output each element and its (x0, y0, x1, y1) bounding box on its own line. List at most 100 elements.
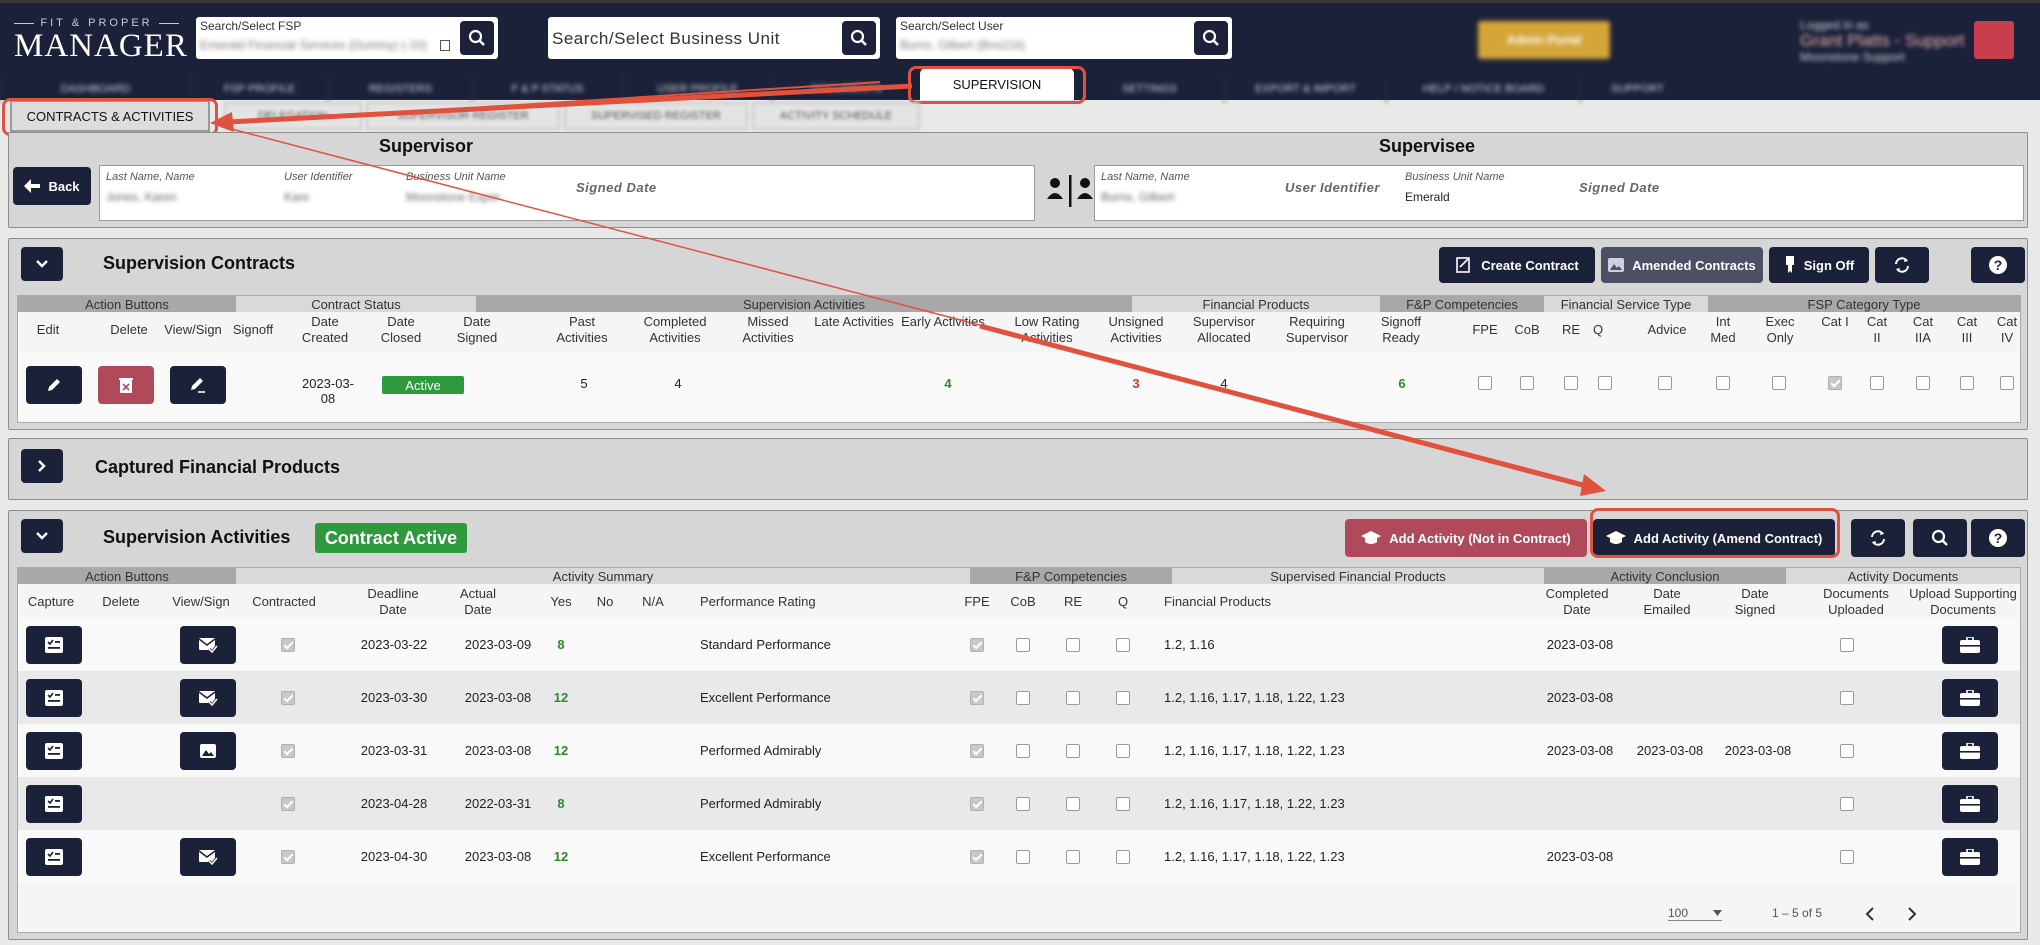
fpe-checkbox[interactable] (970, 850, 984, 864)
contracts-help-button[interactable]: ? (1971, 247, 2025, 283)
q-checkbox[interactable] (1116, 638, 1130, 652)
documents-uploaded-checkbox[interactable] (1840, 744, 1854, 758)
re-checkbox[interactable] (1066, 638, 1080, 652)
back-button[interactable]: Back (13, 167, 91, 205)
fpe-checkbox[interactable] (970, 797, 984, 811)
contract-fpe-checkbox[interactable] (1478, 376, 1492, 390)
subtab-supervisor-register[interactable]: SUPERVISOR REGISTER (366, 102, 560, 130)
documents-uploaded-checkbox[interactable] (1840, 691, 1854, 705)
upload-documents-button[interactable] (1942, 785, 1998, 823)
cob-checkbox[interactable] (1016, 744, 1030, 758)
nav-item-fp-status[interactable]: F & P STATUS (472, 75, 622, 103)
upload-documents-button[interactable] (1942, 679, 1998, 717)
mail-check-icon (198, 638, 218, 653)
contracts-refresh-button[interactable] (1875, 247, 1929, 283)
subtab-delegation[interactable]: DELEGATION (224, 102, 362, 130)
delete-contract-button[interactable] (98, 366, 154, 404)
nav-item-documents[interactable]: DOCUMENTS (772, 75, 920, 103)
contract-advice-checkbox[interactable] (1658, 376, 1672, 390)
business-unit-search[interactable]: Search/Select Business Unit (548, 17, 880, 59)
activities-help-button[interactable]: ? (1971, 519, 2025, 557)
subtab-activity-schedule[interactable]: ACTIVITY SCHEDULE (752, 102, 920, 130)
nav-item-export-import[interactable]: EXPORT & IMPORT (1224, 75, 1386, 103)
per-page-select[interactable]: 100 (1668, 906, 1722, 921)
upload-documents-button[interactable] (1942, 626, 1998, 664)
q-checkbox[interactable] (1116, 691, 1130, 705)
contract-re-checkbox[interactable] (1564, 376, 1578, 390)
contracted-checkbox[interactable] (281, 850, 295, 864)
nav-item-registers[interactable]: REGISTERS (328, 75, 472, 103)
nav-item-support[interactable]: SUPPORT (1580, 75, 1694, 103)
view-sign-activity-button[interactable] (180, 626, 236, 664)
activities-collapse-button[interactable] (21, 519, 63, 553)
activities-refresh-button[interactable] (1851, 519, 1905, 557)
contract-cob-checkbox[interactable] (1520, 376, 1534, 390)
contracted-checkbox[interactable] (281, 638, 295, 652)
contracts-collapse-button[interactable] (21, 247, 63, 281)
contract-cat-iv-checkbox[interactable] (2000, 376, 2014, 390)
view-sign-activity-button[interactable] (180, 732, 236, 770)
contracted-checkbox[interactable] (281, 691, 295, 705)
nav-item-settings[interactable]: SETTINGS (1074, 75, 1224, 103)
re-checkbox[interactable] (1066, 691, 1080, 705)
capture-activity-button[interactable] (26, 626, 82, 664)
sign-off-button[interactable]: Sign Off (1769, 247, 1869, 283)
upload-documents-button[interactable] (1942, 838, 1998, 876)
admin-portal-button[interactable]: Admin Portal (1478, 21, 1610, 59)
financial-products: 1.2, 1.16, 1.17, 1.18, 1.22, 1.23 (1164, 690, 1345, 705)
contracted-checkbox[interactable] (281, 744, 295, 758)
capture-activity-button[interactable] (26, 838, 82, 876)
cob-checkbox[interactable] (1016, 638, 1030, 652)
act-col-re: RE (1063, 594, 1083, 609)
edit-contract-button[interactable] (26, 366, 82, 404)
amended-contracts-button[interactable]: Amended Contracts (1601, 247, 1763, 283)
q-checkbox[interactable] (1116, 744, 1130, 758)
user-search[interactable]: Search/Select User Burns, Gilbert (Bns21… (896, 17, 1232, 59)
documents-uploaded-checkbox[interactable] (1840, 850, 1854, 864)
create-contract-button[interactable]: Create Contract (1439, 247, 1595, 283)
documents-uploaded-checkbox[interactable] (1840, 638, 1854, 652)
q-checkbox[interactable] (1116, 797, 1130, 811)
contract-int-med-checkbox[interactable] (1716, 376, 1730, 390)
upload-documents-button[interactable] (1942, 732, 1998, 770)
documents-uploaded-checkbox[interactable] (1840, 797, 1854, 811)
fpe-checkbox[interactable] (970, 691, 984, 705)
fpe-checkbox[interactable] (970, 744, 984, 758)
view-sign-contract-button[interactable] (170, 366, 226, 404)
view-sign-activity-button[interactable] (180, 838, 236, 876)
menu-button[interactable] (1974, 21, 2014, 59)
contract-cat-ii-checkbox[interactable] (1870, 376, 1884, 390)
contract-cat-i-checkbox[interactable] (1828, 376, 1842, 390)
nav-item-user-profile[interactable]: USER PROFILE (622, 75, 772, 103)
app-logo[interactable]: FIT & PROPER MANAGER (14, 17, 187, 63)
capture-activity-button[interactable] (26, 679, 82, 717)
view-sign-activity-button[interactable] (180, 679, 236, 717)
capture-activity-button[interactable] (26, 732, 82, 770)
re-checkbox[interactable] (1066, 850, 1080, 864)
captured-products-expand-button[interactable] (21, 449, 63, 483)
cob-checkbox[interactable] (1016, 691, 1030, 705)
subtab-supervised-register[interactable]: SUPERVISED REGISTER (564, 102, 748, 130)
business-unit-search-button[interactable] (842, 21, 876, 55)
capture-activity-button[interactable] (26, 785, 82, 823)
chevron-left-icon[interactable] (1864, 906, 1876, 922)
copy-icon[interactable] (440, 40, 450, 51)
add-activity-not-in-contract-button[interactable]: Add Activity (Not in Contract) (1345, 519, 1587, 557)
re-checkbox[interactable] (1066, 744, 1080, 758)
nav-item-help-notice[interactable]: HELP / NOTICE BOARD (1386, 75, 1580, 103)
contract-q-checkbox[interactable] (1598, 376, 1612, 390)
chevron-right-icon[interactable] (1906, 906, 1918, 922)
contract-cat-iii-checkbox[interactable] (1960, 376, 1974, 390)
cob-checkbox[interactable] (1016, 850, 1030, 864)
contract-exec-only-checkbox[interactable] (1772, 376, 1786, 390)
contract-cat-iia-checkbox[interactable] (1916, 376, 1930, 390)
user-search-button[interactable] (1194, 21, 1228, 55)
contracted-checkbox[interactable] (281, 797, 295, 811)
cob-checkbox[interactable] (1016, 797, 1030, 811)
fsp-search[interactable]: Search/Select FSP Emerald Financial Serv… (196, 17, 498, 59)
fsp-search-button[interactable] (460, 21, 494, 55)
fpe-checkbox[interactable] (970, 638, 984, 652)
activities-search-button[interactable] (1913, 519, 1967, 557)
q-checkbox[interactable] (1116, 850, 1130, 864)
re-checkbox[interactable] (1066, 797, 1080, 811)
